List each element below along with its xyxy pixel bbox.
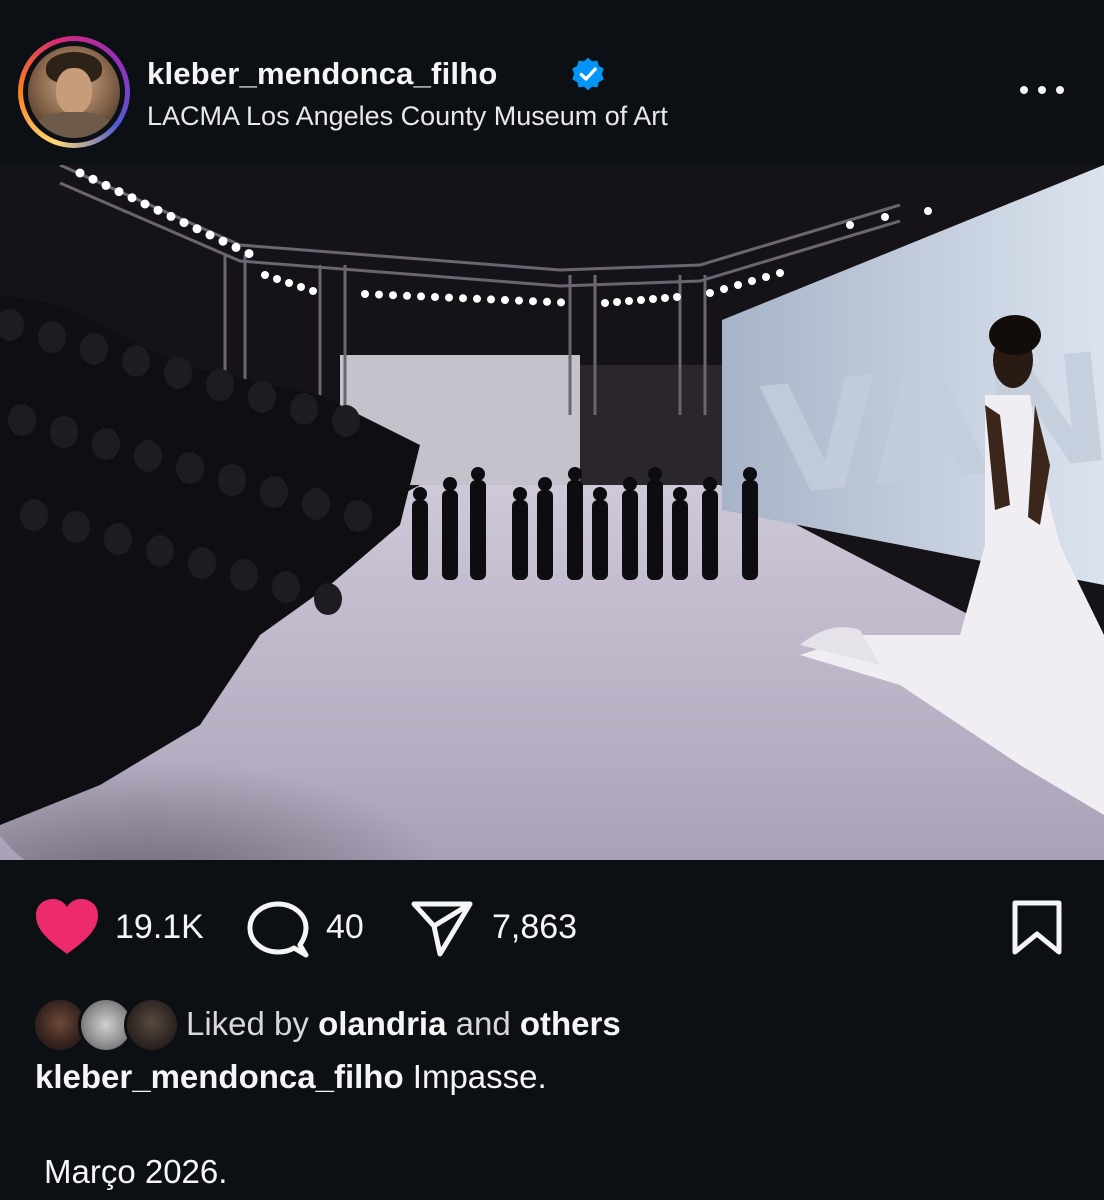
liked-by-text: Liked by olandria and others <box>186 1005 621 1043</box>
red-carpet-photo: VANITY <box>0 165 1104 860</box>
share-icon[interactable] <box>410 900 474 958</box>
caption-username[interactable]: kleber_mendonca_filho <box>35 1058 404 1095</box>
avatar-story-ring[interactable] <box>18 36 130 148</box>
post-image[interactable]: VANITY <box>0 165 1104 860</box>
more-options-icon[interactable] <box>1014 76 1070 104</box>
liked-by-others[interactable]: others <box>520 1005 621 1042</box>
caption: kleber_mendonca_filho Impasse. <box>35 1058 547 1096</box>
post-header: kleber_mendonca_filho LACMA Los Angeles … <box>0 0 1104 165</box>
share-count[interactable]: 7,863 <box>492 908 577 947</box>
post-location[interactable]: LACMA Los Angeles County Museum of Art <box>147 101 668 132</box>
liked-by-prefix: Liked by <box>186 1005 309 1042</box>
liked-by-user[interactable]: olandria <box>318 1005 446 1042</box>
comment-count[interactable]: 40 <box>326 908 364 947</box>
liker-avatar <box>124 997 180 1053</box>
like-count[interactable]: 19.1K <box>115 908 204 947</box>
caption-text: Impasse. <box>412 1058 547 1095</box>
post-username[interactable]: kleber_mendonca_filho <box>147 56 497 92</box>
bookmark-icon[interactable] <box>1010 898 1064 958</box>
liked-by-joiner: and <box>455 1005 511 1042</box>
heart-icon[interactable] <box>34 898 100 956</box>
caption-line-2: Março 2026. <box>44 1153 228 1190</box>
avatar <box>28 46 120 138</box>
liked-by-row[interactable]: Liked by olandria and others <box>32 995 1072 1055</box>
comment-icon[interactable] <box>246 900 310 960</box>
verified-badge-icon <box>572 57 604 91</box>
instagram-post: kleber_mendonca_filho LACMA Los Angeles … <box>0 0 1104 1200</box>
